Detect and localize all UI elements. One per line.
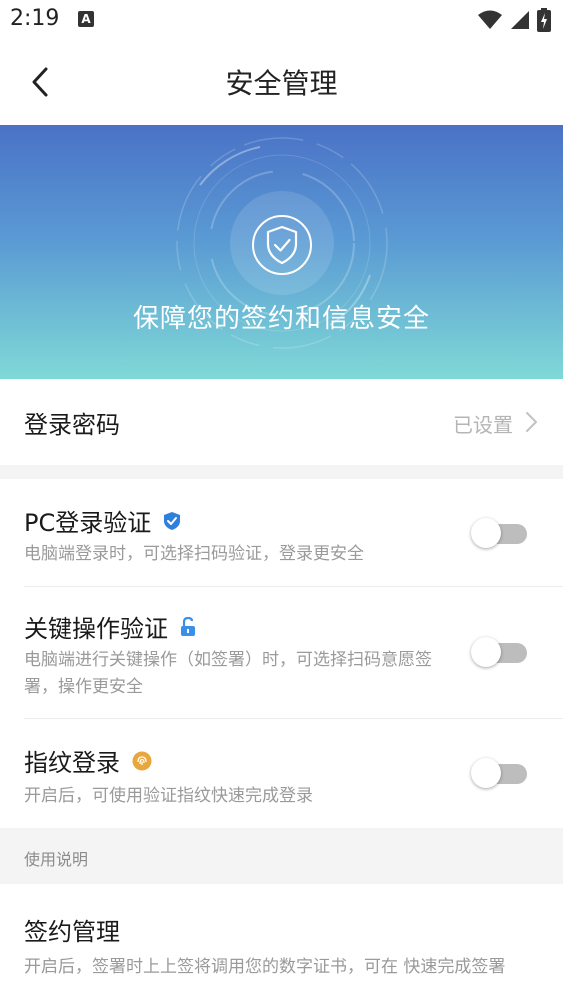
key-operation-verify-title: 关键操作验证 [24, 609, 196, 644]
pc-login-verify-toggle[interactable] [471, 516, 527, 550]
fingerprint-login-desc: 开启后，可使用验证指纹快速完成登录 [24, 786, 313, 806]
fingerprint-login-label: 指纹登录 [24, 749, 120, 777]
pc-login-verify-desc: 电脑端登录时，可选择扫码验证，登录更安全 [24, 544, 364, 564]
sign-management-desc: 开启后，签署时上上签将调用您的数字证书，可在 快速完成签署 [24, 957, 506, 977]
signal-icon [511, 11, 529, 29]
shield-badge-icon [164, 511, 181, 530]
status-icons [477, 8, 551, 32]
fingerprint-login-title: 指纹登录 [24, 743, 152, 778]
login-password-status: 已设置 [453, 413, 513, 437]
key-operation-verify-row: 关键操作验证 电脑端进行关键操作（如签署）时，可选择扫码意愿签署，操作更安全 [0, 587, 563, 719]
battery-icon [537, 8, 551, 32]
wifi-icon [478, 10, 502, 29]
pc-login-verify-title: PC登录验证 [24, 503, 181, 538]
status-time: 2:19 [10, 6, 60, 31]
toggle-knob [471, 758, 501, 788]
notification-icon: A [78, 11, 94, 27]
section-gap [0, 465, 563, 479]
login-password-row[interactable]: 登录密码 已设置 [0, 379, 563, 465]
nav-bar: 安全管理 [0, 40, 563, 125]
key-operation-verify-desc: 电脑端进行关键操作（如签署）时，可选择扫码意愿签署，操作更安全 [24, 650, 432, 697]
toggle-knob [471, 637, 501, 667]
fingerprint-login-row: 指纹登录 开启后，可使用验证指纹快速完成登录 [0, 719, 563, 828]
key-operation-verify-toggle[interactable] [471, 635, 527, 669]
login-password-title: 登录密码 [24, 411, 120, 439]
sign-management-title: 签约管理 [24, 912, 120, 947]
fingerprint-login-toggle[interactable] [471, 756, 527, 790]
usage-instructions-label: 使用说明 [24, 850, 89, 869]
unlock-icon [181, 616, 195, 636]
toggle-knob [471, 518, 501, 548]
usage-instructions-header: 使用说明 [0, 828, 563, 884]
chevron-right-icon [526, 412, 537, 432]
status-bar: 2:19 A [0, 0, 563, 40]
sign-management-row: 签约管理 开启后，签署时上上签将调用您的数字证书，可在 快速完成签署 [0, 884, 563, 1002]
banner-text: 保障您的签约和信息安全 [132, 304, 430, 334]
fingerprint-icon [132, 751, 152, 770]
page-title: 安全管理 [225, 67, 338, 100]
pc-login-verify-row: PC登录验证 电脑端登录时，可选择扫码验证，登录更安全 [0, 479, 563, 587]
shield-check-icon [252, 215, 312, 275]
pc-login-verify-label: PC登录验证 [24, 509, 152, 537]
security-banner: 保障您的签约和信息安全 [0, 125, 563, 379]
key-operation-verify-label: 关键操作验证 [24, 615, 168, 643]
sign-management-label: 签约管理 [24, 918, 120, 946]
